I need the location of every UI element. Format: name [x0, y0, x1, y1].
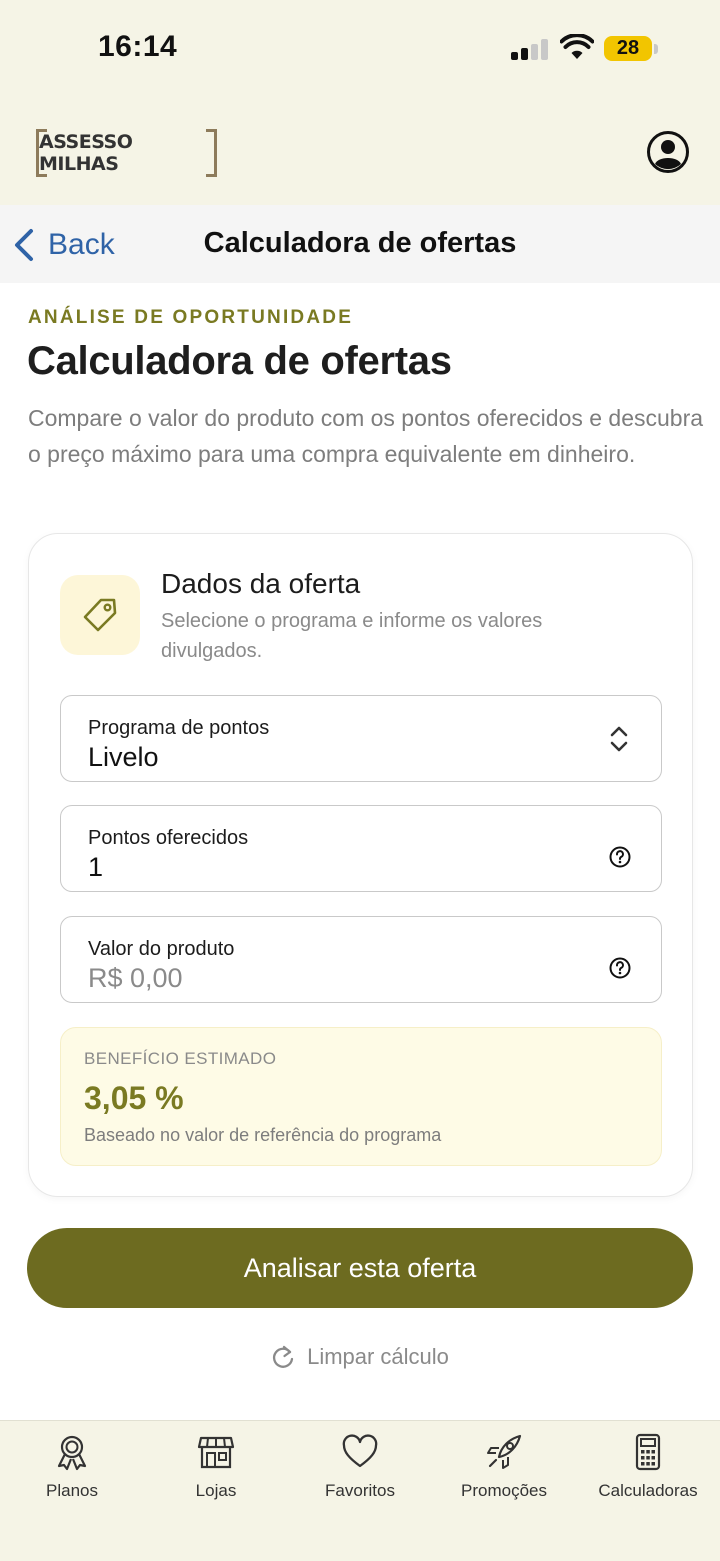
help-circle-icon[interactable]: [609, 957, 631, 979]
rocket-icon: [487, 1434, 522, 1469]
page-description: Compare o valor do produto com os pontos…: [28, 405, 704, 467]
benefit-value: 3,05 %: [84, 1080, 184, 1116]
heart-icon: [342, 1434, 378, 1468]
tab-label: Planos: [46, 1481, 98, 1500]
clear-calculation-button[interactable]: Limpar cálculo: [0, 1344, 720, 1370]
estimated-benefit-panel: BENEFÍCIO ESTIMADO 3,05 % Baseado no val…: [60, 1027, 662, 1166]
card-subtitle: Selecione o programa e informe os valore…: [161, 610, 543, 662]
cellular-signal-icon: [511, 38, 551, 60]
nav-title: Calculadora de ofertas: [203, 227, 517, 259]
tag-icon-container: [60, 575, 140, 655]
tab-promocoes[interactable]: Promoções: [432, 1433, 576, 1501]
tab-calculadoras[interactable]: Calculadoras: [576, 1433, 720, 1501]
tab-label: Calculadoras: [598, 1481, 698, 1500]
store-icon: [197, 1436, 235, 1469]
help-circle-icon[interactable]: [609, 846, 631, 868]
tab-label: Lojas: [195, 1481, 237, 1500]
bottom-tab-bar: Planos Lojas Favoritos Promoções Calcula…: [0, 1420, 720, 1561]
offer-data-card: Dados da oferta Selecione o programa e i…: [28, 533, 693, 1197]
points-offered-value: 1: [88, 852, 104, 882]
status-bar: 16:14 28: [0, 0, 720, 100]
award-ribbon-icon: [57, 1435, 87, 1471]
wifi-icon: [560, 34, 594, 59]
tab-favoritos[interactable]: Favoritos: [288, 1433, 432, 1501]
points-offered-field[interactable]: Pontos oferecidos 1: [60, 805, 662, 892]
navigation-bar: Back Calculadora de ofertas: [0, 205, 720, 283]
user-profile-icon[interactable]: [646, 130, 690, 174]
benefit-note: Baseado no valor de referência do progra…: [84, 1125, 442, 1145]
analyze-offer-button[interactable]: Analisar esta oferta: [27, 1228, 693, 1308]
tab-lojas[interactable]: Lojas: [144, 1433, 288, 1501]
benefit-label: BENEFÍCIO ESTIMADO: [84, 1049, 277, 1068]
chevron-up-down-icon: [610, 726, 628, 752]
product-value-field[interactable]: Valor do produto R$ 0,00: [60, 916, 662, 1003]
points-program-select[interactable]: Programa de pontos Livelo: [60, 695, 662, 782]
page-title: Calculadora de ofertas: [27, 339, 452, 383]
brand-logo-text: ASSESSO MILHAS: [39, 131, 133, 175]
product-value-placeholder: R$ 0,00: [88, 963, 183, 993]
points-program-value: Livelo: [88, 742, 159, 772]
brand-logo[interactable]: ASSESSO MILHAS: [36, 129, 217, 177]
card-title: Dados da oferta: [161, 568, 361, 599]
tab-label: Promoções: [461, 1481, 547, 1500]
calculator-icon: [635, 1433, 661, 1471]
points-offered-label: Pontos oferecidos: [88, 827, 249, 849]
tab-label: Favoritos: [325, 1481, 395, 1500]
status-time: 16:14: [98, 30, 178, 63]
battery-cap: [654, 44, 658, 54]
battery-indicator: 28: [604, 36, 652, 61]
tab-planos[interactable]: Planos: [0, 1433, 144, 1501]
clear-calculation-label: Limpar cálculo: [307, 1344, 449, 1369]
section-eyebrow: ANÁLISE DE OPORTUNIDADE: [28, 307, 354, 328]
main-content: ANÁLISE DE OPORTUNIDADE Calculadora de o…: [0, 283, 720, 1420]
product-value-label: Valor do produto: [88, 938, 235, 960]
tag-icon: [83, 598, 117, 632]
refresh-icon: [273, 1345, 294, 1368]
app-header: ASSESSO MILHAS: [0, 100, 720, 205]
points-program-label: Programa de pontos: [88, 717, 270, 739]
